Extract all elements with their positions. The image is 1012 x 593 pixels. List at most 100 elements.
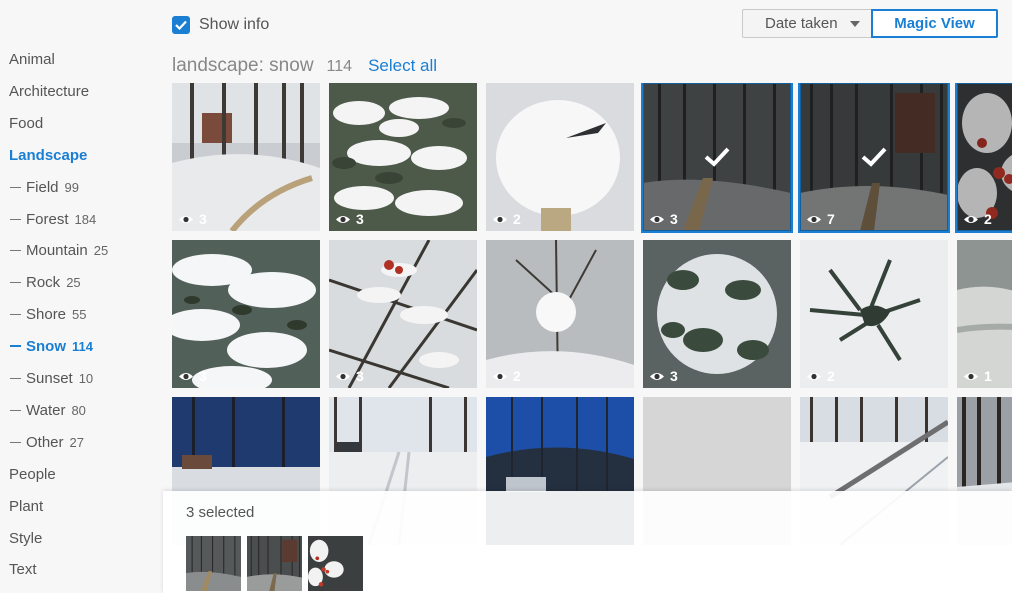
photo-tile[interactable]: 1 — [957, 240, 1012, 388]
view-count: 3 — [649, 368, 678, 384]
photo-tile[interactable]: 2 — [800, 240, 948, 388]
magic-view-label: Magic View — [894, 15, 975, 32]
eye-icon — [493, 372, 507, 380]
sidebar-item-label: People — [9, 466, 56, 483]
sidebar-item-label: Shore — [26, 306, 67, 323]
chevron-down-icon — [849, 20, 860, 27]
selected-thumbnail[interactable] — [308, 536, 363, 591]
sidebar-item-plant[interactable]: Plant — [9, 498, 43, 515]
show-info-toggle[interactable]: Show info — [172, 16, 269, 34]
sidebar-item-sunset[interactable]: Sunset 10 — [10, 370, 93, 387]
selected-check-icon — [861, 147, 887, 167]
photo-image — [643, 240, 791, 388]
view-count: 3 — [335, 211, 364, 227]
selected-thumbnail[interactable] — [247, 536, 302, 591]
eye-icon — [493, 215, 507, 223]
sidebar-item-architecture[interactable]: Architecture — [9, 83, 89, 100]
photo-tile[interactable]: 3 — [329, 83, 477, 231]
indent-dash-icon — [10, 409, 21, 411]
date-taken-label: Date taken — [765, 15, 838, 32]
sidebar-item-food[interactable]: Food — [9, 115, 43, 132]
view-count-value: 3 — [670, 211, 678, 227]
select-all-link[interactable]: Select all — [368, 56, 437, 76]
sidebar-item-snow[interactable]: Snow 114 — [10, 338, 93, 355]
sidebar-item-count: 10 — [78, 371, 94, 386]
sidebar-item-animal[interactable]: Animal — [9, 51, 55, 68]
photo-image — [247, 536, 302, 591]
indent-dash-icon — [10, 249, 21, 251]
view-count: 3 — [335, 368, 364, 384]
photo-tile[interactable]: 3 — [172, 83, 320, 231]
sidebar-item-text[interactable]: Text — [9, 561, 37, 578]
photo-tile[interactable]: 2 — [486, 83, 634, 231]
view-count: 3 — [178, 211, 207, 227]
eye-icon — [650, 372, 664, 380]
photo-tile[interactable]: 3 — [641, 83, 793, 233]
sidebar-item-water[interactable]: Water 80 — [10, 402, 86, 419]
photo-tile[interactable]: 3 — [172, 240, 320, 388]
sidebar-item-label: Plant — [9, 498, 44, 515]
sidebar-item-rock[interactable]: Rock 25 — [10, 274, 81, 291]
sidebar-item-label: Water — [26, 402, 66, 419]
photo-image — [172, 240, 320, 388]
selected-thumbnail[interactable] — [186, 536, 241, 591]
eye-icon — [964, 215, 978, 223]
view-count-value: 3 — [356, 211, 364, 227]
view-count: 3 — [178, 368, 207, 384]
photo-image — [957, 83, 1012, 231]
sidebar-item-style[interactable]: Style — [9, 530, 42, 547]
eye-icon — [336, 215, 350, 223]
eye-icon — [336, 372, 350, 380]
photo-image — [486, 240, 634, 388]
sidebar-item-count: 25 — [93, 243, 109, 258]
sidebar-item-shore[interactable]: Shore 55 — [10, 306, 87, 323]
sidebar-item-people[interactable]: People — [9, 466, 56, 483]
sidebar-item-count: 114 — [72, 339, 93, 354]
photo-tile[interactable]: 3 — [643, 240, 791, 388]
sidebar-item-label: Forest — [26, 211, 69, 228]
view-count-value: 3 — [199, 368, 207, 384]
sidebar-item-field[interactable]: Field 99 — [10, 179, 79, 196]
results-heading: landscape: snow 114 Select all — [172, 55, 437, 77]
eye-icon — [650, 215, 664, 223]
view-count-value: 2 — [984, 211, 992, 227]
view-count-value: 3 — [356, 368, 364, 384]
view-count-value: 2 — [827, 368, 835, 384]
photo-tile[interactable]: 2 — [486, 240, 634, 388]
photo-tile[interactable]: 3 — [329, 240, 477, 388]
sidebar-item-count: 99 — [64, 180, 79, 195]
indent-dash-icon — [10, 281, 21, 283]
view-count: 2 — [806, 368, 835, 384]
sidebar-item-label: Snow — [26, 338, 66, 355]
view-count: 7 — [806, 211, 835, 227]
sidebar-item-label: Style — [9, 530, 43, 547]
view-count: 2 — [492, 368, 521, 384]
magic-view-button[interactable]: Magic View — [871, 9, 998, 38]
eye-icon — [807, 372, 821, 380]
show-info-checkbox[interactable] — [172, 16, 190, 34]
results-count: 114 — [326, 58, 353, 75]
photo-image — [800, 240, 948, 388]
page-title: landscape: snow — [172, 55, 314, 76]
indent-dash-icon — [10, 441, 21, 443]
view-count-value: 3 — [199, 211, 207, 227]
sidebar-item-landscape[interactable]: Landscape — [9, 147, 87, 164]
photo-image — [329, 240, 477, 388]
sidebar-item-mountain[interactable]: Mountain 25 — [10, 242, 108, 259]
sidebar-item-other[interactable]: Other 27 — [10, 434, 84, 451]
photo-image — [172, 83, 320, 231]
sidebar-item-forest[interactable]: Forest 184 — [10, 211, 96, 228]
view-count: 2 — [492, 211, 521, 227]
photo-tile[interactable]: 2 — [955, 83, 1012, 233]
checkmark-icon — [175, 20, 187, 30]
eye-icon — [964, 372, 978, 380]
view-count-value: 2 — [513, 211, 521, 227]
indent-dash-icon — [10, 313, 21, 315]
sidebar-item-label: Food — [9, 115, 44, 132]
sort-date-taken-button[interactable]: Date taken — [742, 9, 872, 38]
sidebar-item-count: 55 — [72, 307, 87, 322]
sidebar-item-label: Rock — [26, 274, 61, 291]
sidebar-item-count: 27 — [69, 435, 84, 450]
photo-tile[interactable]: 7 — [798, 83, 950, 233]
view-count: 1 — [963, 368, 992, 384]
